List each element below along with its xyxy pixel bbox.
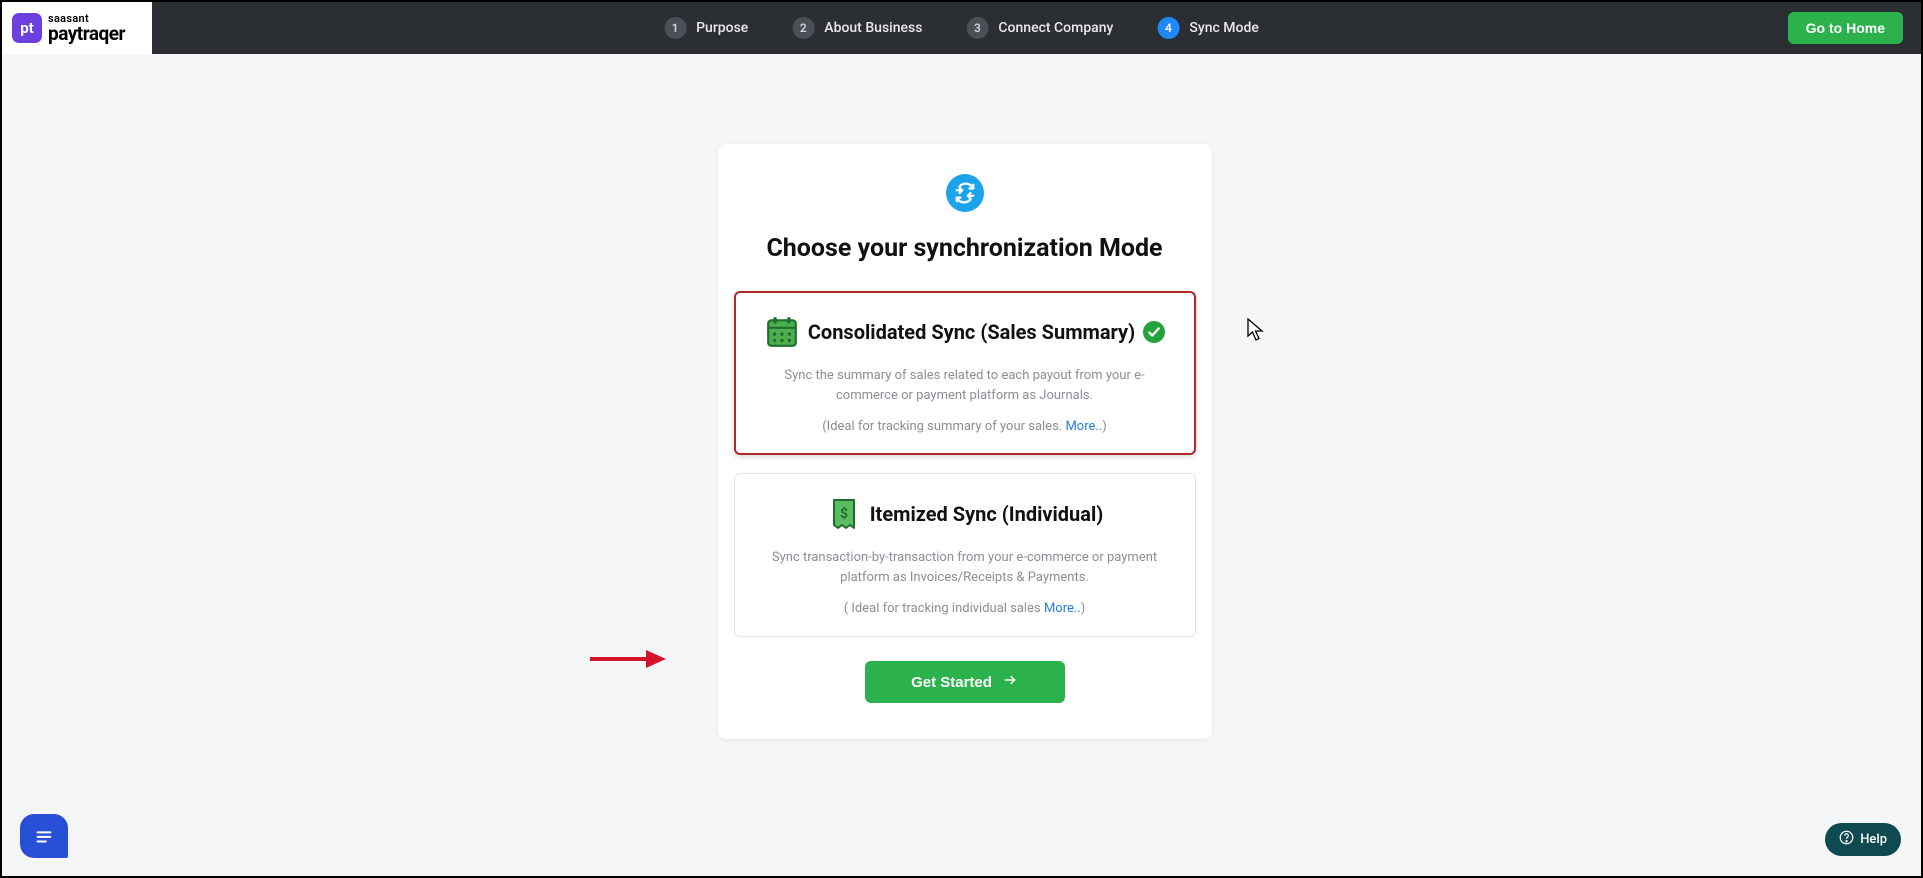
check-icon <box>1143 321 1165 343</box>
chat-widget-button[interactable] <box>20 814 68 858</box>
option-header: Consolidated Sync (Sales Summary) <box>751 314 1179 350</box>
logo-badge: pt <box>12 13 42 43</box>
ideal-suffix: ) <box>1102 419 1107 434</box>
step-number: 3 <box>966 17 988 39</box>
more-link[interactable]: More.. <box>1044 601 1081 616</box>
step-connect-company[interactable]: 3 Connect Company <box>966 17 1113 39</box>
annotation-arrow <box>588 647 668 671</box>
header-bar: pt saasant paytraqer 1 Purpose 2 About B… <box>2 2 1921 54</box>
step-number: 2 <box>792 17 814 39</box>
ideal-suffix: ) <box>1081 601 1086 616</box>
step-purpose[interactable]: 1 Purpose <box>664 17 748 39</box>
step-label: Purpose <box>696 20 748 36</box>
option-description: Sync the summary of sales related to eac… <box>751 366 1179 405</box>
sync-mode-card: Choose your synchronization Mode Consoli… <box>718 144 1212 739</box>
ideal-prefix: ( Ideal for tracking individual sales <box>844 601 1044 616</box>
step-label: Connect Company <box>998 20 1113 36</box>
logo-brand-bottom: paytraqer <box>48 24 125 43</box>
option-header: $ Itemized Sync (Individual) <box>751 496 1179 532</box>
step-label: About Business <box>824 20 922 36</box>
help-label: Help <box>1860 832 1887 847</box>
option-ideal: (Ideal for tracking summary of your sale… <box>751 419 1179 434</box>
ideal-prefix: (Ideal for tracking summary of your sale… <box>822 419 1065 434</box>
option-consolidated-sync[interactable]: Consolidated Sync (Sales Summary) Sync t… <box>734 291 1196 455</box>
get-started-label: Get Started <box>911 674 992 691</box>
arrow-right-icon <box>1002 673 1018 691</box>
option-description: Sync transaction-by-transaction from you… <box>751 548 1179 587</box>
sync-icon <box>946 174 984 212</box>
step-about-business[interactable]: 2 About Business <box>792 17 922 39</box>
step-number: 4 <box>1157 17 1179 39</box>
option-title: Consolidated Sync (Sales Summary) <box>808 320 1135 344</box>
option-ideal: ( Ideal for tracking individual sales Mo… <box>751 601 1179 616</box>
go-to-home-button[interactable]: Go to Home <box>1788 12 1903 44</box>
calendar-grid-icon <box>764 314 800 350</box>
logo[interactable]: pt saasant paytraqer <box>2 2 152 54</box>
receipt-dollar-icon: $ <box>826 496 862 532</box>
step-number: 1 <box>664 17 686 39</box>
card-title: Choose your synchronization Mode <box>718 234 1212 263</box>
option-itemized-sync[interactable]: $ Itemized Sync (Individual) Sync transa… <box>734 473 1196 637</box>
help-button[interactable]: Help <box>1825 823 1901 856</box>
step-label: Sync Mode <box>1189 20 1259 36</box>
svg-text:$: $ <box>840 505 848 522</box>
get-started-button[interactable]: Get Started <box>865 661 1065 703</box>
option-title: Itemized Sync (Individual) <box>870 502 1104 526</box>
logo-text: saasant paytraqer <box>48 13 125 43</box>
onboarding-steps: 1 Purpose 2 About Business 3 Connect Com… <box>664 17 1259 39</box>
help-icon <box>1839 830 1854 849</box>
cursor-icon <box>1247 318 1265 346</box>
more-link[interactable]: More.. <box>1065 419 1102 434</box>
step-sync-mode[interactable]: 4 Sync Mode <box>1157 17 1259 39</box>
